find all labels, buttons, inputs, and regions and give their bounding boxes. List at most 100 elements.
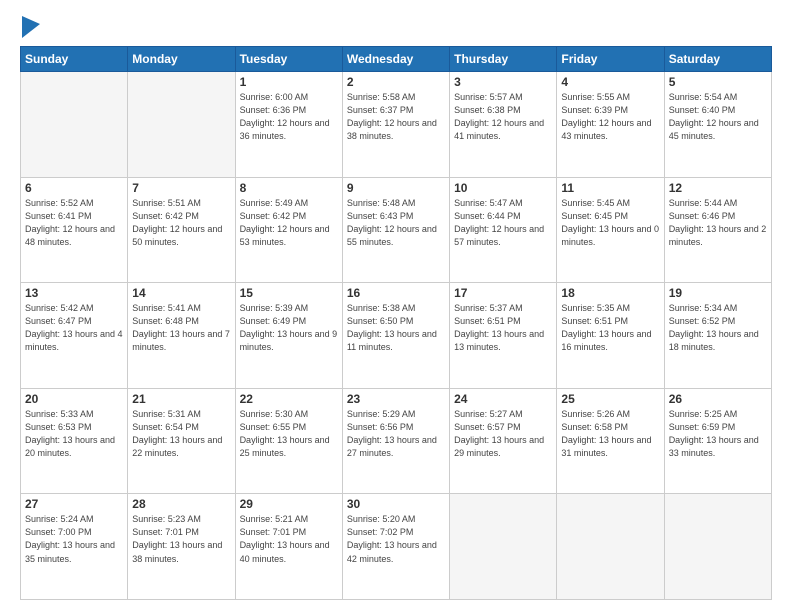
day-number: 7	[132, 181, 230, 195]
calendar-cell: 2Sunrise: 5:58 AMSunset: 6:37 PMDaylight…	[342, 72, 449, 178]
calendar-week-row: 1 Sunrise: 6:00 AMSunset: 6:36 PMDaylight…	[21, 72, 772, 178]
day-number: 6	[25, 181, 123, 195]
day-number: 20	[25, 392, 123, 406]
day-number: 15	[240, 286, 338, 300]
day-number: 1	[240, 75, 338, 89]
calendar-cell	[128, 72, 235, 178]
day-info: Sunrise: 5:42 AMSunset: 6:47 PMDaylight:…	[25, 302, 123, 354]
day-info: Sunrise: 5:41 AMSunset: 6:48 PMDaylight:…	[132, 302, 230, 354]
day-number: 27	[25, 497, 123, 511]
calendar-cell: 8 Sunrise: 5:49 AMSunset: 6:42 PMDaylight…	[235, 177, 342, 283]
day-info: Sunrise: 5:52 AMSunset: 6:41 PMDaylight:…	[25, 197, 123, 249]
day-number: 11	[561, 181, 659, 195]
day-number: 13	[25, 286, 123, 300]
calendar-cell: 5 Sunrise: 5:54 AMSunset: 6:40 PMDaylight…	[664, 72, 771, 178]
day-number: 8	[240, 181, 338, 195]
weekday-header-friday: Friday	[557, 47, 664, 72]
day-number: 26	[669, 392, 767, 406]
day-info: Sunrise: 5:26 AMSunset: 6:58 PMDaylight:…	[561, 408, 659, 460]
day-info: Sunrise: 6:00 AMSunset: 6:36 PMDaylight:…	[240, 91, 338, 143]
calendar-cell: 23 Sunrise: 5:29 AMSunset: 6:56 PMDayligh…	[342, 388, 449, 494]
day-number: 30	[347, 497, 445, 511]
calendar-cell: 4Sunrise: 5:55 AMSunset: 6:39 PMDaylight…	[557, 72, 664, 178]
day-number: 10	[454, 181, 552, 195]
calendar-cell: 19 Sunrise: 5:34 AMSunset: 6:52 PMDayligh…	[664, 283, 771, 389]
calendar-cell	[664, 494, 771, 600]
calendar-cell: 27 Sunrise: 5:24 AMSunset: 7:00 PMDayligh…	[21, 494, 128, 600]
day-info: Sunrise: 5:51 AMSunset: 6:42 PMDaylight:…	[132, 197, 230, 249]
calendar-cell: 21 Sunrise: 5:31 AMSunset: 6:54 PMDayligh…	[128, 388, 235, 494]
day-info: Sunrise: 5:27 AMSunset: 6:57 PMDaylight:…	[454, 408, 552, 460]
calendar-cell: 18 Sunrise: 5:35 AMSunset: 6:51 PMDayligh…	[557, 283, 664, 389]
calendar-week-row: 13 Sunrise: 5:42 AMSunset: 6:47 PMDayligh…	[21, 283, 772, 389]
day-number: 18	[561, 286, 659, 300]
calendar-cell: 6 Sunrise: 5:52 AMSunset: 6:41 PMDaylight…	[21, 177, 128, 283]
day-info: Sunrise: 5:39 AMSunset: 6:49 PMDaylight:…	[240, 302, 338, 354]
calendar-week-row: 6 Sunrise: 5:52 AMSunset: 6:41 PMDaylight…	[21, 177, 772, 283]
logo	[20, 18, 40, 38]
day-number: 29	[240, 497, 338, 511]
day-info: Sunrise: 5:37 AMSunset: 6:51 PMDaylight:…	[454, 302, 552, 354]
calendar-cell	[450, 494, 557, 600]
weekday-header-sunday: Sunday	[21, 47, 128, 72]
day-info: Sunrise: 5:49 AMSunset: 6:42 PMDaylight:…	[240, 197, 338, 249]
header	[20, 18, 772, 38]
calendar-week-row: 27 Sunrise: 5:24 AMSunset: 7:00 PMDayligh…	[21, 494, 772, 600]
calendar-cell: 7 Sunrise: 5:51 AMSunset: 6:42 PMDaylight…	[128, 177, 235, 283]
page: SundayMondayTuesdayWednesdayThursdayFrid…	[0, 0, 792, 612]
calendar-cell: 9 Sunrise: 5:48 AMSunset: 6:43 PMDaylight…	[342, 177, 449, 283]
day-info: Sunrise: 5:20 AMSunset: 7:02 PMDaylight:…	[347, 513, 445, 565]
calendar-cell: 17Sunrise: 5:37 AMSunset: 6:51 PMDayligh…	[450, 283, 557, 389]
calendar-cell: 13 Sunrise: 5:42 AMSunset: 6:47 PMDayligh…	[21, 283, 128, 389]
day-number: 23	[347, 392, 445, 406]
day-info: Sunrise: 5:25 AMSunset: 6:59 PMDaylight:…	[669, 408, 767, 460]
day-number: 25	[561, 392, 659, 406]
day-info: Sunrise: 5:48 AMSunset: 6:43 PMDaylight:…	[347, 197, 445, 249]
weekday-header-thursday: Thursday	[450, 47, 557, 72]
day-number: 3	[454, 75, 552, 89]
day-info: Sunrise: 5:47 AMSunset: 6:44 PMDaylight:…	[454, 197, 552, 249]
calendar-cell: 14 Sunrise: 5:41 AMSunset: 6:48 PMDayligh…	[128, 283, 235, 389]
day-info: Sunrise: 5:31 AMSunset: 6:54 PMDaylight:…	[132, 408, 230, 460]
day-info: Sunrise: 5:30 AMSunset: 6:55 PMDaylight:…	[240, 408, 338, 460]
day-number: 9	[347, 181, 445, 195]
calendar-cell	[557, 494, 664, 600]
day-number: 14	[132, 286, 230, 300]
calendar-cell: 10 Sunrise: 5:47 AMSunset: 6:44 PMDayligh…	[450, 177, 557, 283]
day-info: Sunrise: 5:54 AMSunset: 6:40 PMDaylight:…	[669, 91, 767, 143]
calendar-cell: 24Sunrise: 5:27 AMSunset: 6:57 PMDayligh…	[450, 388, 557, 494]
day-number: 22	[240, 392, 338, 406]
weekday-header-row: SundayMondayTuesdayWednesdayThursdayFrid…	[21, 47, 772, 72]
day-number: 16	[347, 286, 445, 300]
calendar-cell: 28 Sunrise: 5:23 AMSunset: 7:01 PMDayligh…	[128, 494, 235, 600]
calendar-cell: 15 Sunrise: 5:39 AMSunset: 6:49 PMDayligh…	[235, 283, 342, 389]
day-info: Sunrise: 5:35 AMSunset: 6:51 PMDaylight:…	[561, 302, 659, 354]
weekday-header-monday: Monday	[128, 47, 235, 72]
calendar-cell: 30 Sunrise: 5:20 AMSunset: 7:02 PMDayligh…	[342, 494, 449, 600]
logo-icon	[22, 16, 40, 38]
calendar-cell	[21, 72, 128, 178]
day-info: Sunrise: 5:38 AMSunset: 6:50 PMDaylight:…	[347, 302, 445, 354]
day-info: Sunrise: 5:44 AMSunset: 6:46 PMDaylight:…	[669, 197, 767, 249]
day-info: Sunrise: 5:58 AMSunset: 6:37 PMDaylight:…	[347, 91, 445, 143]
day-info: Sunrise: 5:24 AMSunset: 7:00 PMDaylight:…	[25, 513, 123, 565]
day-number: 21	[132, 392, 230, 406]
day-number: 4	[561, 75, 659, 89]
day-number: 5	[669, 75, 767, 89]
weekday-header-tuesday: Tuesday	[235, 47, 342, 72]
calendar-cell: 3 Sunrise: 5:57 AMSunset: 6:38 PMDaylight…	[450, 72, 557, 178]
day-number: 19	[669, 286, 767, 300]
calendar-cell: 26 Sunrise: 5:25 AMSunset: 6:59 PMDayligh…	[664, 388, 771, 494]
day-info: Sunrise: 5:23 AMSunset: 7:01 PMDaylight:…	[132, 513, 230, 565]
weekday-header-wednesday: Wednesday	[342, 47, 449, 72]
day-number: 28	[132, 497, 230, 511]
day-info: Sunrise: 5:29 AMSunset: 6:56 PMDaylight:…	[347, 408, 445, 460]
calendar-cell: 11Sunrise: 5:45 AMSunset: 6:45 PMDayligh…	[557, 177, 664, 283]
day-info: Sunrise: 5:34 AMSunset: 6:52 PMDaylight:…	[669, 302, 767, 354]
calendar-table: SundayMondayTuesdayWednesdayThursdayFrid…	[20, 46, 772, 600]
day-info: Sunrise: 5:33 AMSunset: 6:53 PMDaylight:…	[25, 408, 123, 460]
calendar-week-row: 20 Sunrise: 5:33 AMSunset: 6:53 PMDayligh…	[21, 388, 772, 494]
day-info: Sunrise: 5:21 AMSunset: 7:01 PMDaylight:…	[240, 513, 338, 565]
calendar-cell: 1 Sunrise: 6:00 AMSunset: 6:36 PMDaylight…	[235, 72, 342, 178]
day-info: Sunrise: 5:57 AMSunset: 6:38 PMDaylight:…	[454, 91, 552, 143]
